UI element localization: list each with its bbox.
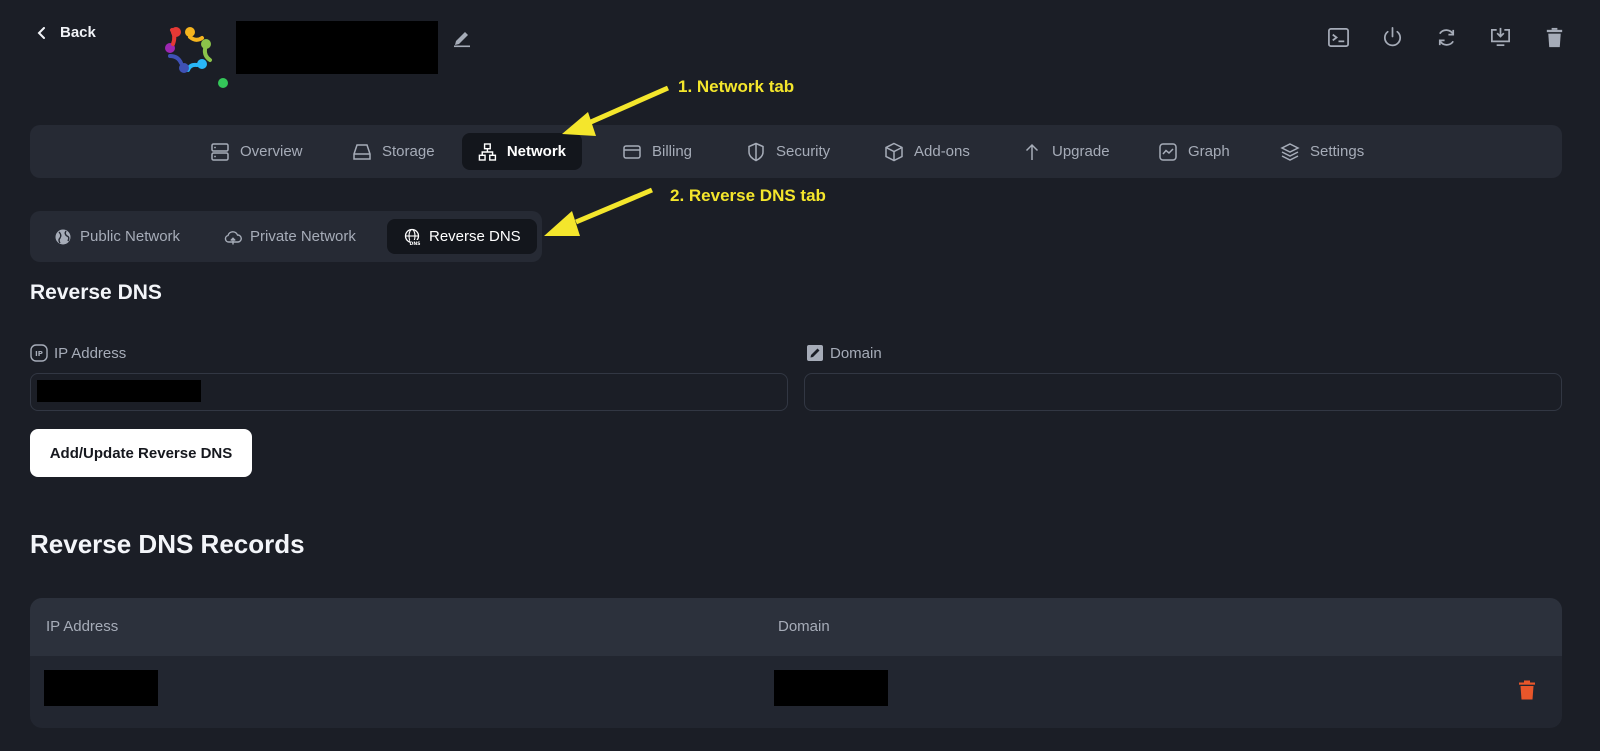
- reverse-dns-records-table: IP Address Domain: [30, 598, 1562, 728]
- online-status-dot: [218, 78, 228, 88]
- delete-server-button[interactable]: [1542, 22, 1566, 52]
- sub-tab-public-network[interactable]: Public Network: [38, 219, 196, 254]
- tab-settings[interactable]: Settings: [1264, 133, 1380, 170]
- power-button[interactable]: [1380, 22, 1404, 52]
- cloud-icon: [224, 230, 242, 244]
- record-ip-redacted: [44, 670, 158, 706]
- table-row: [30, 656, 1562, 728]
- annotation-reverse-dns-tab: 2. Reverse DNS tab: [670, 186, 826, 205]
- record-domain-redacted: [774, 670, 888, 706]
- network-icon: [478, 142, 497, 161]
- sub-tab-private-network[interactable]: Private Network: [208, 219, 372, 254]
- sub-tab-label: Public Network: [80, 228, 181, 245]
- delete-record-trash-icon[interactable]: [1518, 680, 1536, 700]
- tab-label: Graph: [1188, 143, 1230, 160]
- arrow-up-icon: [1025, 143, 1039, 160]
- back-button[interactable]: Back: [36, 24, 96, 41]
- snapshot-download-icon: [1490, 27, 1510, 46]
- tab-label: Storage: [382, 143, 435, 160]
- server-name-redacted: [236, 21, 438, 74]
- globe-icon: [55, 229, 71, 244]
- domain-label: Domain: [806, 344, 882, 362]
- tab-add-ons[interactable]: Add-ons: [868, 133, 986, 170]
- tab-label: Upgrade: [1052, 143, 1110, 160]
- table-header: IP Address Domain: [30, 598, 1562, 656]
- ip-value-redacted: [37, 380, 201, 402]
- annotation-network-tab: 1. Network tab: [678, 77, 795, 96]
- tab-storage[interactable]: Storage: [336, 133, 451, 170]
- svg-text:DNS: DNS: [410, 240, 421, 245]
- network-sub-tab-bar: Public Network Private Network DNS Rever…: [30, 211, 542, 262]
- dns-globe-icon: DNS: [404, 228, 421, 246]
- ip-address-label-text: IP Address: [54, 344, 127, 362]
- add-update-reverse-dns-button[interactable]: Add/Update Reverse DNS: [30, 429, 252, 477]
- box-icon: [885, 142, 903, 161]
- tab-overview[interactable]: Overview: [194, 133, 319, 170]
- tab-label: Overview: [240, 143, 303, 160]
- svg-text:IP: IP: [35, 350, 43, 358]
- reboot-icon: [1438, 28, 1454, 46]
- server-actions: [1326, 22, 1566, 52]
- reboot-button[interactable]: [1434, 22, 1458, 52]
- pencil-edit-icon[interactable]: [452, 28, 472, 48]
- sub-tab-reverse-dns[interactable]: DNS Reverse DNS: [387, 219, 537, 254]
- server-icon: [211, 142, 229, 161]
- column-header-ip-address: IP Address: [46, 618, 119, 635]
- chevron-left-icon: [37, 26, 45, 39]
- tab-graph[interactable]: Graph: [1142, 133, 1246, 170]
- console-icon: [1327, 27, 1349, 47]
- console-button[interactable]: [1326, 22, 1350, 52]
- app-logo-icon: [165, 27, 212, 73]
- layers-icon: [1280, 142, 1300, 161]
- records-title: Reverse DNS Records: [30, 529, 305, 559]
- tab-upgrade[interactable]: Upgrade: [1006, 133, 1126, 170]
- tab-label: Security: [776, 143, 831, 160]
- tab-label: Add-ons: [914, 143, 970, 160]
- section-title: Reverse DNS: [30, 281, 162, 304]
- back-label: Back: [60, 24, 96, 41]
- domain-edit-icon: [807, 345, 823, 361]
- domain-field[interactable]: [804, 373, 1562, 411]
- tab-label: Settings: [1310, 143, 1365, 160]
- annotation-arrows: [544, 85, 670, 236]
- sub-tab-label: Reverse DNS: [429, 228, 521, 245]
- snapshot-button[interactable]: [1488, 22, 1512, 52]
- power-icon: [1383, 26, 1401, 46]
- tab-security[interactable]: Security: [730, 133, 846, 170]
- domain-label-text: Domain: [830, 344, 882, 362]
- delete-trash-icon: [1546, 27, 1562, 47]
- ip-address-label: IP IP Address: [30, 344, 126, 362]
- shield-icon: [748, 142, 764, 161]
- sub-tab-label: Private Network: [250, 228, 356, 245]
- ip-badge-icon: IP: [30, 344, 48, 362]
- main-tab-bar: Overview Storage Network Billing Securit…: [30, 125, 1562, 178]
- graph-icon: [1159, 142, 1177, 161]
- column-header-domain: Domain: [778, 618, 830, 635]
- drive-icon: [353, 143, 371, 160]
